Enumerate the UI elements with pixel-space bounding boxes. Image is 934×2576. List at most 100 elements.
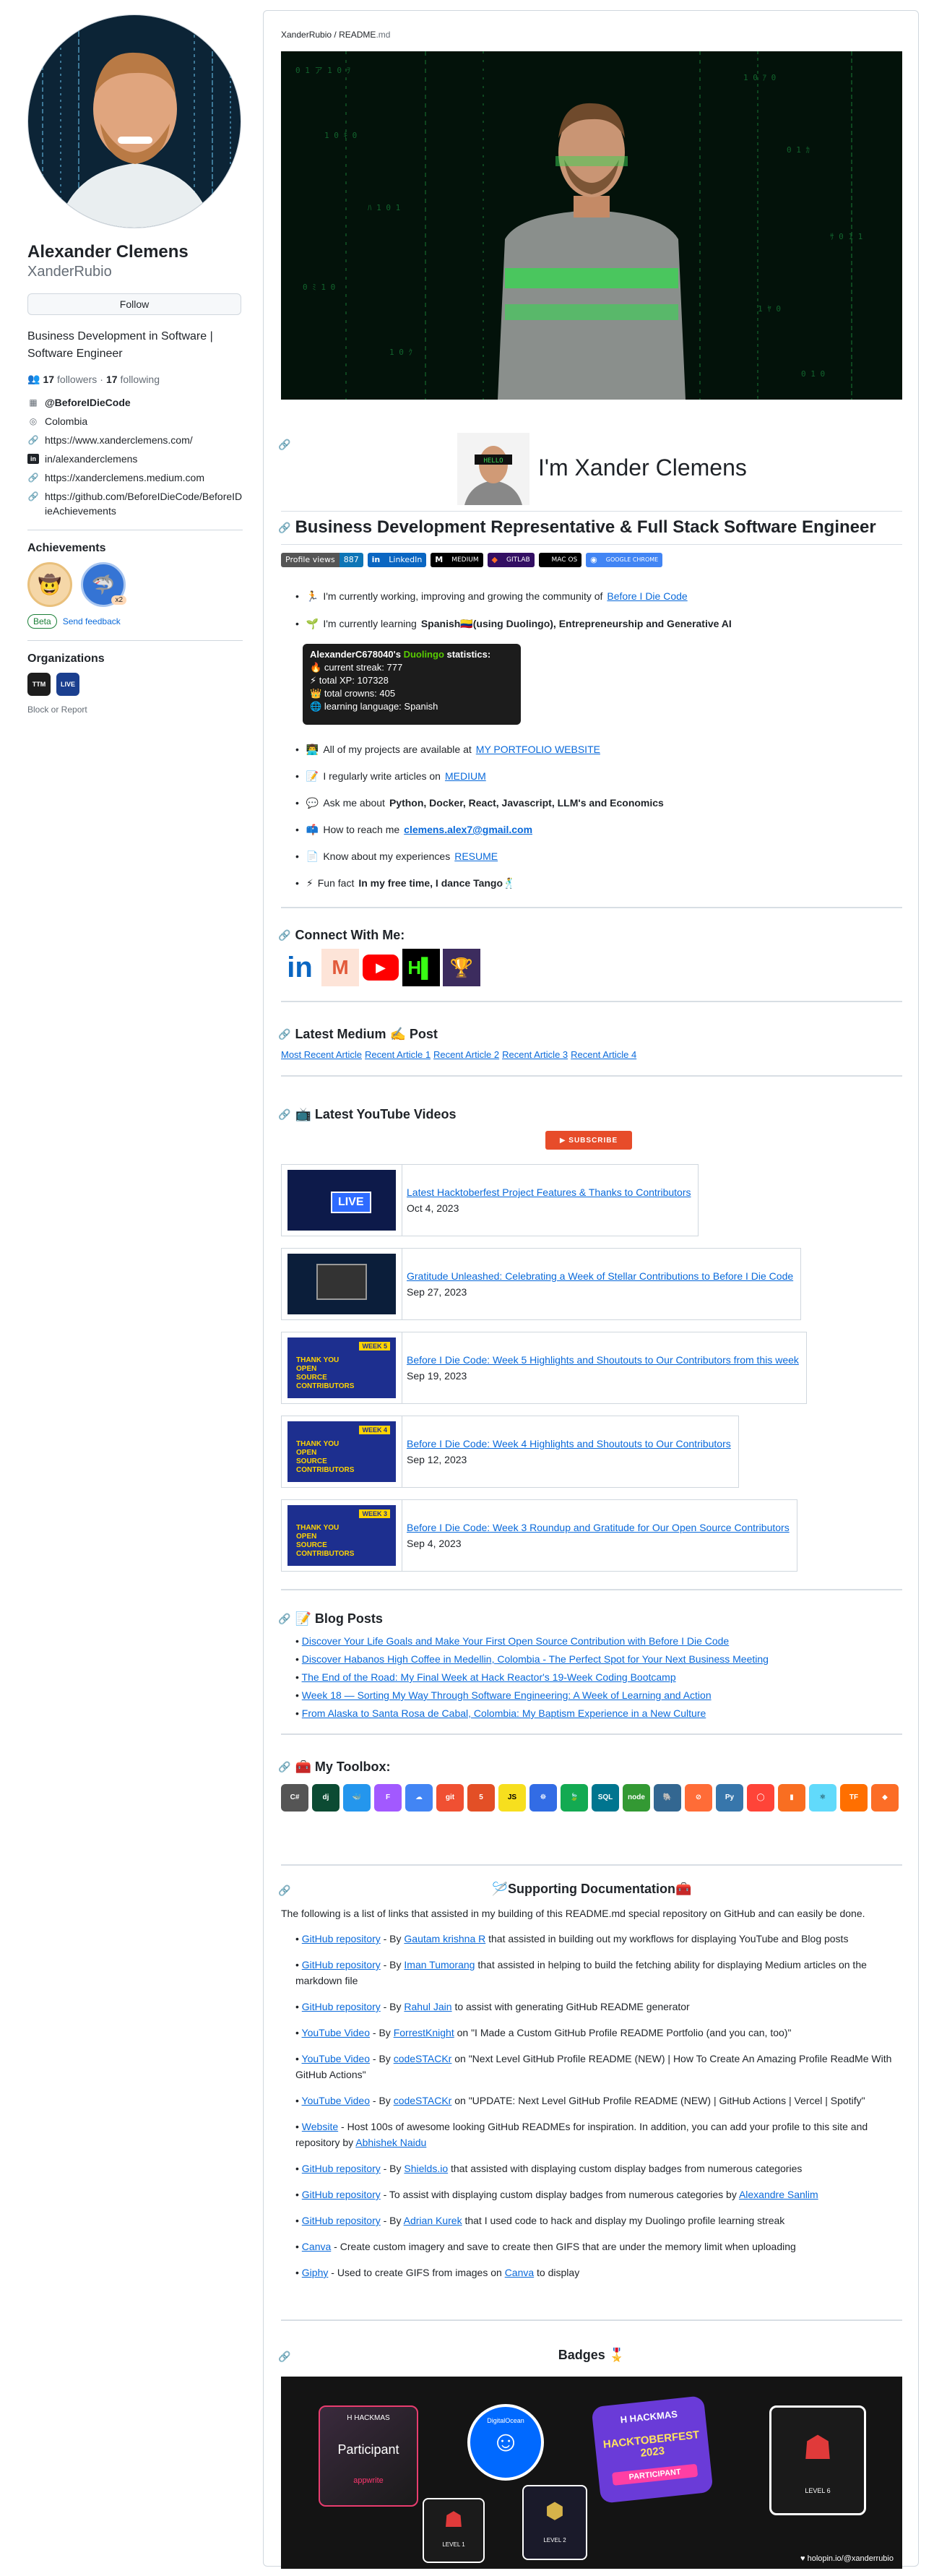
video-date: Oct 4, 2023: [407, 1202, 459, 1214]
divider: [281, 1001, 902, 1002]
video-thumbnail[interactable]: [287, 1254, 396, 1314]
link-icon: 🔗: [27, 473, 39, 483]
vcard-github[interactable]: 🔗 https://github.com/BeforeIDieCode/Befor…: [27, 489, 243, 518]
doc-item: • GitHub repository - By Shields.io that…: [295, 2163, 803, 2174]
org-avatar-live[interactable]: LIVE: [56, 673, 79, 696]
before-i-die-code-link[interactable]: Before I Die Code: [607, 589, 687, 603]
org-avatar-ttm[interactable]: TTM: [27, 673, 51, 696]
medium-icon[interactable]: M: [321, 949, 359, 986]
status-emoji-button[interactable]: ☺: [217, 178, 241, 206]
resume-link[interactable]: RESUME: [454, 849, 498, 863]
svg-text:1 0 ｸ: 1 0 ｸ: [389, 348, 412, 357]
badges-heading: Badges 🎖️: [558, 2348, 626, 2362]
doc-item: • GitHub repository - By Rahul Jain to a…: [295, 2001, 690, 2012]
followers-count[interactable]: 17: [43, 374, 54, 385]
send-feedback-link[interactable]: Send feedback: [63, 616, 121, 626]
language-stat: 🌐 learning language: Spanish: [310, 701, 438, 712]
video-card[interactable]: THANK YOU OPEN SOURCE CONTRIBUTORS WEEK 5…: [281, 1332, 807, 1404]
block-report-link[interactable]: Block or Report: [27, 705, 243, 715]
video-thumbnail[interactable]: THANK YOU OPEN SOURCE CONTRIBUTORS WEEK 3: [287, 1505, 396, 1566]
bullet-fun-fact: ⚡Fun fact In my free time, I dance Tango…: [295, 876, 516, 890]
video-title-link[interactable]: Before I Die Code: Week 4 Highlights and…: [407, 1436, 731, 1452]
medium-article-link[interactable]: Recent Article 1: [365, 1049, 431, 1060]
blog-heading: 🔗 📝 Blog Posts: [278, 1608, 383, 1629]
avatar[interactable]: ☺: [27, 14, 241, 228]
vcard-website[interactable]: 🔗 https://www.xanderclemens.com/: [27, 433, 243, 447]
vcard-org[interactable]: ▦ @BeforeIDieCode: [27, 395, 243, 410]
anchor-link-icon[interactable]: 🔗: [278, 439, 290, 451]
blog-post-link[interactable]: Discover Habanos High Coffee in Medellin…: [302, 1653, 769, 1665]
email-link[interactable]: clemens.alex7@gmail.com: [404, 822, 532, 837]
beta-label: Beta: [27, 614, 57, 629]
achievement-badge-pull-shark[interactable]: 🦈 x2: [81, 562, 126, 607]
medium-badge[interactable]: M MEDIUM: [431, 553, 483, 567]
video-title-link[interactable]: Latest Hacktoberfest Project Features & …: [407, 1184, 691, 1200]
linkedin-badge[interactable]: in LinkedIn: [367, 553, 427, 567]
video-thumbnail[interactable]: THANK YOU OPEN SOURCE CONTRIBUTORS WEEK 4: [287, 1421, 396, 1482]
anchor-link-icon[interactable]: 🔗: [278, 924, 290, 946]
medium-article-link[interactable]: Recent Article 4: [571, 1049, 636, 1060]
portfolio-link[interactable]: MY PORTFOLIO WEBSITE: [476, 742, 600, 757]
blog-post-link[interactable]: From Alaska to Santa Rosa de Cabal, Colo…: [302, 1707, 706, 1719]
anchor-link-icon[interactable]: 🔗: [278, 1756, 290, 1778]
vcard-linkedin-text[interactable]: in/alexanderclemens: [45, 452, 137, 466]
blog-post-link[interactable]: The End of the Road: My Final Week at Ha…: [302, 1671, 676, 1683]
video-card[interactable]: LIVE Latest Hacktoberfest Project Featur…: [281, 1164, 699, 1236]
subscribe-button[interactable]: ▶ SUBSCRIBE: [545, 1131, 632, 1150]
git-icon: git: [436, 1784, 464, 1812]
toolbox-icons: C# dj 🐳 F ☁ git 5 JS ☸ 🍃 SQL node 🐘 ⊘ Py ◯ ▮ ⚛ TF ◆: [281, 1779, 902, 1812]
follow-button[interactable]: Follow: [27, 293, 241, 315]
achievement-badge-yolo[interactable]: 🤠: [27, 562, 72, 607]
video-card[interactable]: Gratitude Unleashed: Celebrating a Week …: [281, 1248, 802, 1320]
devpost-icon[interactable]: 🏆: [443, 949, 480, 986]
anchor-link-icon[interactable]: 🔗: [278, 1103, 290, 1125]
tensorflow-icon: TF: [840, 1784, 868, 1812]
vcard-org-text[interactable]: @BeforeIDieCode: [45, 395, 131, 410]
medium-article-link[interactable]: Most Recent Article: [281, 1049, 362, 1060]
following-label[interactable]: following: [121, 374, 160, 385]
anchor-link-icon[interactable]: 🔗: [278, 1023, 290, 1045]
toolbox-heading: 🔗 🧰 My Toolbox:: [278, 1756, 391, 1778]
video-date: Sep 4, 2023: [407, 1538, 462, 1549]
memo-icon: 📝: [306, 770, 319, 782]
vcard-github-text[interactable]: https://github.com/BeforeIDieCode/Before…: [45, 489, 243, 518]
video-title-link[interactable]: Before I Die Code: Week 5 Highlights and…: [407, 1352, 799, 1368]
gitlab-badge[interactable]: ◆ GITLAB: [487, 553, 535, 567]
holopin-badges-board[interactable]: H HACKMAS Participant appwrite DigitalOc…: [281, 2377, 902, 2569]
blog-post-link[interactable]: Week 18 — Sorting My Way Through Softwar…: [302, 1689, 712, 1701]
banner-image: 0 1 ア 1 0 ｦ 1 0 ｷ 0 ﾊ 1 0 1 0 ﾐ 1 0 1 0 ｸ 1 0…: [281, 51, 902, 400]
anchor-link-icon[interactable]: 🔗: [278, 517, 290, 538]
medium-link[interactable]: MEDIUM: [445, 769, 486, 783]
blog-post-list: • Discover Your Life Goals and Make Your…: [295, 1632, 769, 1723]
youtube-icon[interactable]: ▶: [362, 949, 399, 986]
link-icon: 🔗: [27, 435, 39, 445]
medium-article-link[interactable]: Recent Article 2: [433, 1049, 499, 1060]
nodejs-icon: node: [623, 1784, 650, 1812]
vcard-linkedin[interactable]: in in/alexanderclemens: [27, 452, 243, 466]
svg-text:0 1 ｶ: 0 1 ｶ: [787, 145, 810, 155]
medium-article-link[interactable]: Recent Article 3: [502, 1049, 568, 1060]
video-card[interactable]: THANK YOU OPEN SOURCE CONTRIBUTORS WEEK 4…: [281, 1416, 739, 1488]
anchor-link-icon[interactable]: 🔗: [278, 1608, 290, 1629]
video-title-link[interactable]: Before I Die Code: Week 3 Roundup and Gr…: [407, 1520, 790, 1535]
video-title-link[interactable]: Gratitude Unleashed: Celebrating a Week …: [407, 1268, 793, 1284]
followers-label[interactable]: followers: [57, 374, 97, 385]
hackerrank-icon[interactable]: H▌: [402, 949, 440, 986]
vcard-medium-text[interactable]: https://xanderclemens.medium.com: [45, 470, 204, 485]
holopin-link[interactable]: ♥ holopin.io/@xanderrubio: [800, 2554, 894, 2563]
vcard-medium[interactable]: 🔗 https://xanderclemens.medium.com: [27, 470, 243, 485]
video-thumbnail[interactable]: THANK YOU OPEN SOURCE CONTRIBUTORS WEEK 5: [287, 1337, 396, 1398]
figma-icon: F: [374, 1784, 402, 1812]
video-card[interactable]: THANK YOU OPEN SOURCE CONTRIBUTORS WEEK 3…: [281, 1499, 797, 1572]
medal-icon: 🎖️: [608, 2348, 626, 2362]
svg-text:0 1 ア 1 0 ｦ: 0 1 ア 1 0 ｦ: [295, 66, 350, 75]
chrome-badge: ◉ GOOGLE CHROME: [586, 553, 663, 567]
linkedin-icon[interactable]: in: [281, 949, 319, 986]
following-count[interactable]: 17: [106, 374, 118, 385]
video-thumbnail[interactable]: LIVE: [287, 1170, 396, 1231]
profile-views-badge: Profile views 887: [281, 553, 363, 567]
blog-post-link[interactable]: Discover Your Life Goals and Make Your F…: [302, 1635, 729, 1647]
breadcrumb-user[interactable]: XanderRubio: [281, 30, 332, 40]
location-icon: ◎: [29, 416, 38, 426]
vcard-website-text[interactable]: https://www.xanderclemens.com/: [45, 433, 193, 447]
